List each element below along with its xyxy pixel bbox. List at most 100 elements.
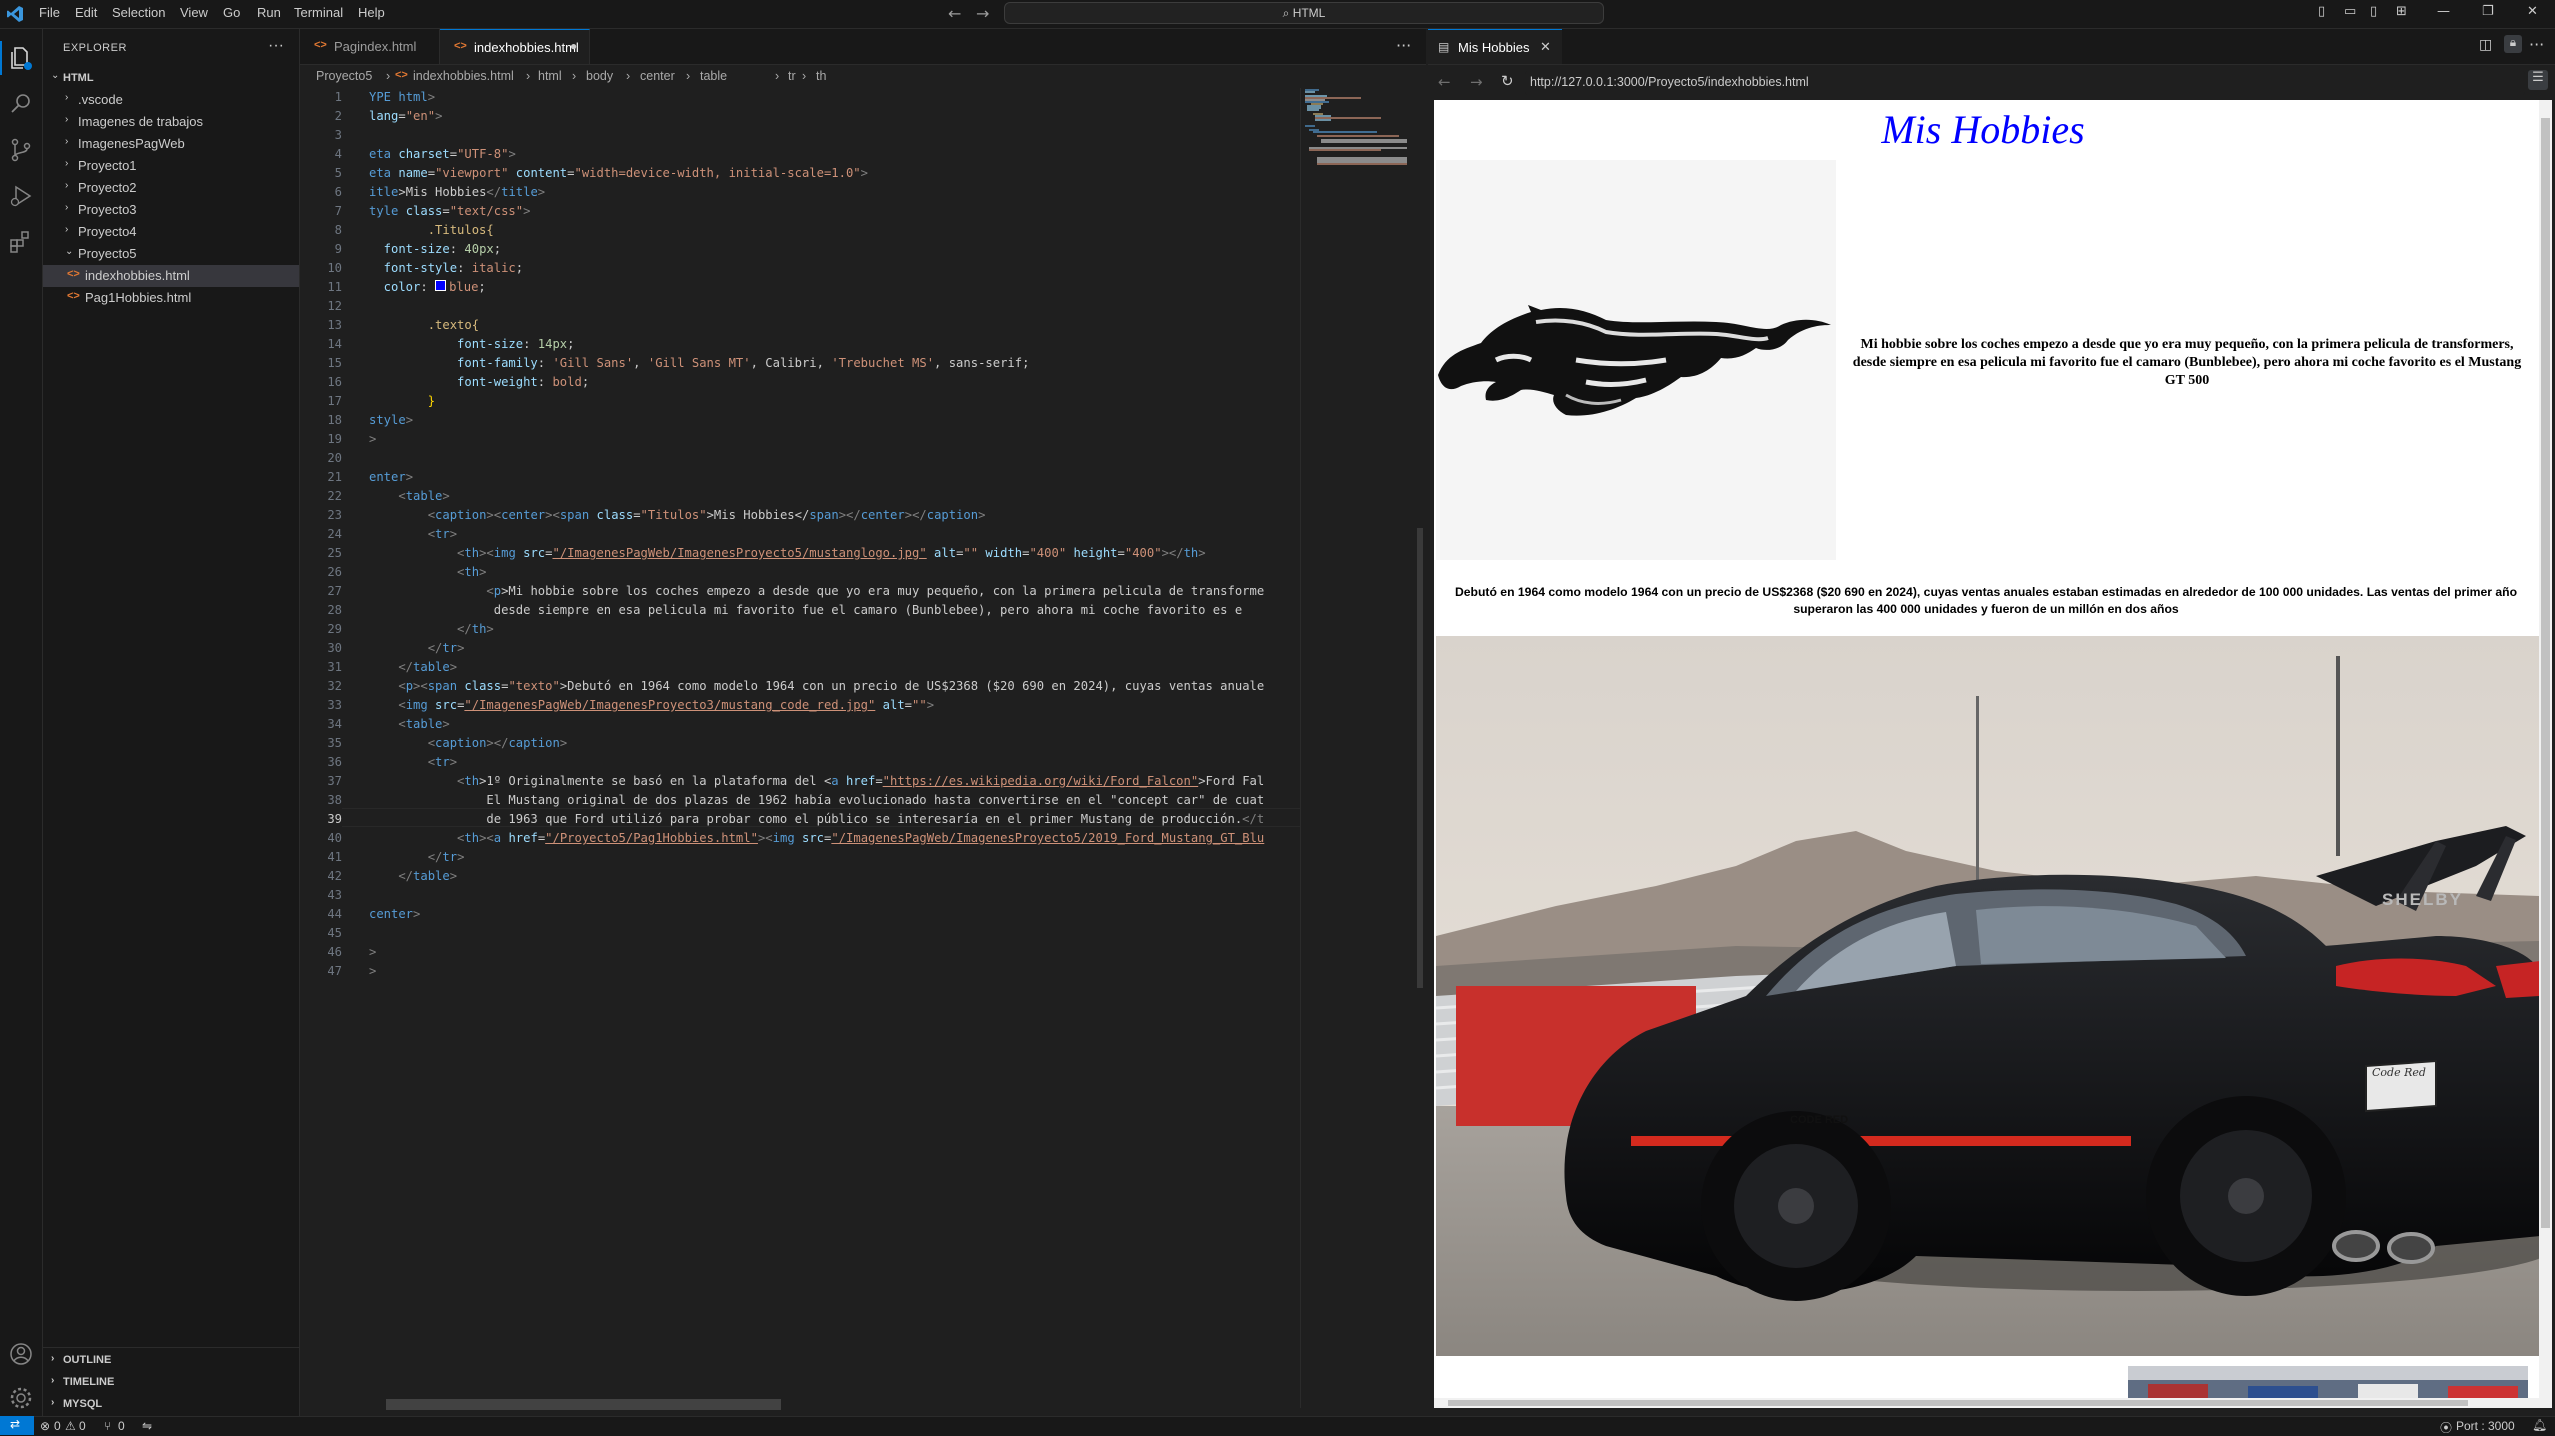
tree-item-label: Proyecto2 <box>78 180 137 195</box>
menu-selection[interactable]: Selection <box>112 5 165 20</box>
close-window-icon[interactable]: ✕ <box>2527 4 2538 19</box>
toggle-secondary-sidebar-icon[interactable]: ▯ <box>2370 4 2377 19</box>
tab-mis-hobbies-preview[interactable]: ▤ Mis Hobbies ✕ <box>1428 29 1562 64</box>
tree-root-html[interactable]: ⌄ HTML <box>43 67 299 89</box>
tree-item-proyecto3[interactable]: › Proyecto3 <box>43 199 299 221</box>
code-line: .Titulos{ <box>369 223 494 237</box>
search-view-icon[interactable] <box>6 89 36 119</box>
scrollbar-thumb[interactable] <box>2541 118 2550 1228</box>
tree-item-indexhobbies[interactable]: <> indexhobbies.html <box>43 265 299 287</box>
menu-help[interactable]: Help <box>358 5 385 20</box>
split-editor-icon[interactable]: ◫ <box>2479 37 2492 53</box>
line-number: 22 <box>327 489 342 503</box>
source-control-icon[interactable] <box>6 135 36 165</box>
extensions-icon[interactable] <box>6 227 36 257</box>
url-input[interactable]: http://127.0.0.1:3000/Proyecto5/indexhob… <box>1525 71 2525 95</box>
warning-count[interactable]: 0 <box>79 1419 86 1433</box>
error-count[interactable]: 0 <box>54 1419 61 1433</box>
tab-indexhobbies[interactable]: <> indexhobbies.html ● <box>440 29 590 64</box>
accounts-icon[interactable] <box>6 1339 36 1369</box>
settings-gear-icon[interactable] <box>6 1383 36 1413</box>
forward-arrow-icon[interactable]: → <box>1470 73 1483 91</box>
editor-vertical-scrollbar[interactable] <box>1413 88 1425 1408</box>
breadcrumb-item[interactable]: center <box>640 69 675 83</box>
explorer-icon[interactable] <box>6 43 36 73</box>
tab-pagindex[interactable]: <> Pagindex.html <box>300 29 440 64</box>
page-vertical-scrollbar[interactable] <box>2539 100 2552 1408</box>
ports-icon[interactable]: ⑂ <box>104 1419 111 1433</box>
tree-item-imagenes-de-trabajos[interactable]: › Imagenes de trabajos <box>43 111 299 133</box>
customize-layout-icon[interactable]: ⊞ <box>2396 4 2407 19</box>
more-actions-icon[interactable]: ··· <box>268 37 284 55</box>
toggle-panel-icon[interactable]: ▭ <box>2344 4 2356 19</box>
tree-item-pag1hobbies[interactable]: <> Pag1Hobbies.html <box>43 287 299 309</box>
tree-item-imagenespagweb[interactable]: › ImagenesPagWeb <box>43 133 299 155</box>
scrollbar-thumb[interactable] <box>1448 1400 2468 1406</box>
menu-edit[interactable]: Edit <box>75 5 97 20</box>
tree-item-vscode[interactable]: › .vscode <box>43 89 299 111</box>
forward-arrow-icon[interactable]: → <box>976 4 989 23</box>
remote-indicator[interactable]: ⇄ <box>0 1416 34 1435</box>
live-share-icon[interactable]: ⇋ <box>142 1419 152 1433</box>
breadcrumb-item[interactable]: indexhobbies.html <box>413 69 514 83</box>
tree-item-proyecto2[interactable]: › Proyecto2 <box>43 177 299 199</box>
code-line: desde siempre en esa pelicula mi favorit… <box>369 603 1243 617</box>
command-center-label: HTML <box>1292 6 1326 20</box>
notifications-bell-icon[interactable]: 🔔︎ <box>2532 1418 2547 1432</box>
line-number: 6 <box>334 185 342 199</box>
activity-bar <box>0 29 43 1416</box>
section-timeline[interactable]: › TIMELINE <box>43 1371 299 1393</box>
editor-horizontal-scrollbar[interactable] <box>386 1399 781 1410</box>
back-arrow-icon[interactable]: ← <box>948 4 961 23</box>
section-mysql[interactable]: › MYSQL <box>43 1393 299 1415</box>
ports-count[interactable]: 0 <box>118 1419 125 1433</box>
run-debug-icon[interactable] <box>6 181 36 211</box>
close-tab-icon[interactable]: ✕ <box>1540 39 1551 55</box>
back-arrow-icon[interactable]: ← <box>1438 73 1451 91</box>
menu-run[interactable]: Run <box>257 5 281 20</box>
breadcrumb-item[interactable]: th <box>816 69 826 83</box>
breadcrumb-item[interactable]: html <box>538 69 562 83</box>
scrollbar-thumb[interactable] <box>1417 528 1423 988</box>
chevron-down-icon: ⌄ <box>65 246 74 257</box>
more-actions-icon[interactable]: ··· <box>2529 35 2544 54</box>
code-editor[interactable]: 1 2 3 4 5 6 7 8 9 10 11 12 13 14 15 16 1… <box>300 88 1300 1408</box>
unsaved-dot-icon[interactable]: ● <box>570 39 577 53</box>
breadcrumb-item[interactable]: tr <box>788 69 796 83</box>
line-number: 28 <box>327 603 342 617</box>
breadcrumb-item[interactable]: Proyecto5 <box>316 69 372 83</box>
menu-terminal[interactable]: Terminal <box>294 5 343 20</box>
breadcrumb-item[interactable]: table <box>700 69 727 83</box>
menu-icon[interactable]: ☰ <box>2528 70 2548 90</box>
line-number: 41 <box>327 850 342 864</box>
tree-item-label: ImagenesPagWeb <box>78 136 185 151</box>
toggle-sidebar-icon[interactable]: ▯ <box>2318 4 2325 19</box>
html-file-icon: <> <box>454 40 467 52</box>
warning-icon[interactable]: ⚠ <box>65 1419 76 1433</box>
tree-item-proyecto4[interactable]: › Proyecto4 <box>43 221 299 243</box>
minimize-icon[interactable]: — <box>2437 4 2450 19</box>
tree-item-proyecto1[interactable]: › Proyecto1 <box>43 155 299 177</box>
more-actions-icon[interactable]: ··· <box>1396 36 1411 55</box>
menu-view[interactable]: View <box>180 5 208 20</box>
menu-file[interactable]: File <box>39 5 60 20</box>
breadcrumb-item[interactable]: body <box>586 69 613 83</box>
line-number: 21 <box>327 470 342 484</box>
minimap[interactable] <box>1300 88 1411 1408</box>
code-line: } <box>369 394 436 408</box>
chevron-right-icon: › <box>65 180 69 191</box>
code-line: <th><img src="/ImagenesPagWeb/ImagenesPr… <box>369 546 1206 560</box>
car-photo <box>1436 636 2539 1356</box>
command-center-search[interactable]: ⌕ HTML <box>1004 2 1604 24</box>
error-icon[interactable]: ⊗ <box>40 1419 50 1433</box>
color-swatch[interactable] <box>435 280 447 291</box>
tree-item-proyecto5[interactable]: ⌄ Proyecto5 <box>43 243 299 265</box>
live-server-port[interactable]: Port : 3000 <box>2456 1419 2515 1433</box>
code-line: lang="en"> <box>369 109 443 123</box>
reload-icon[interactable]: ↻ <box>1501 72 1514 90</box>
menu-go[interactable]: Go <box>223 5 240 20</box>
section-outline[interactable]: › OUTLINE <box>43 1349 299 1371</box>
restore-icon[interactable]: ❐ <box>2482 4 2494 19</box>
lock-icon[interactable]: 🔒︎ <box>2504 35 2522 53</box>
page-horizontal-scrollbar[interactable] <box>1434 1398 2539 1408</box>
